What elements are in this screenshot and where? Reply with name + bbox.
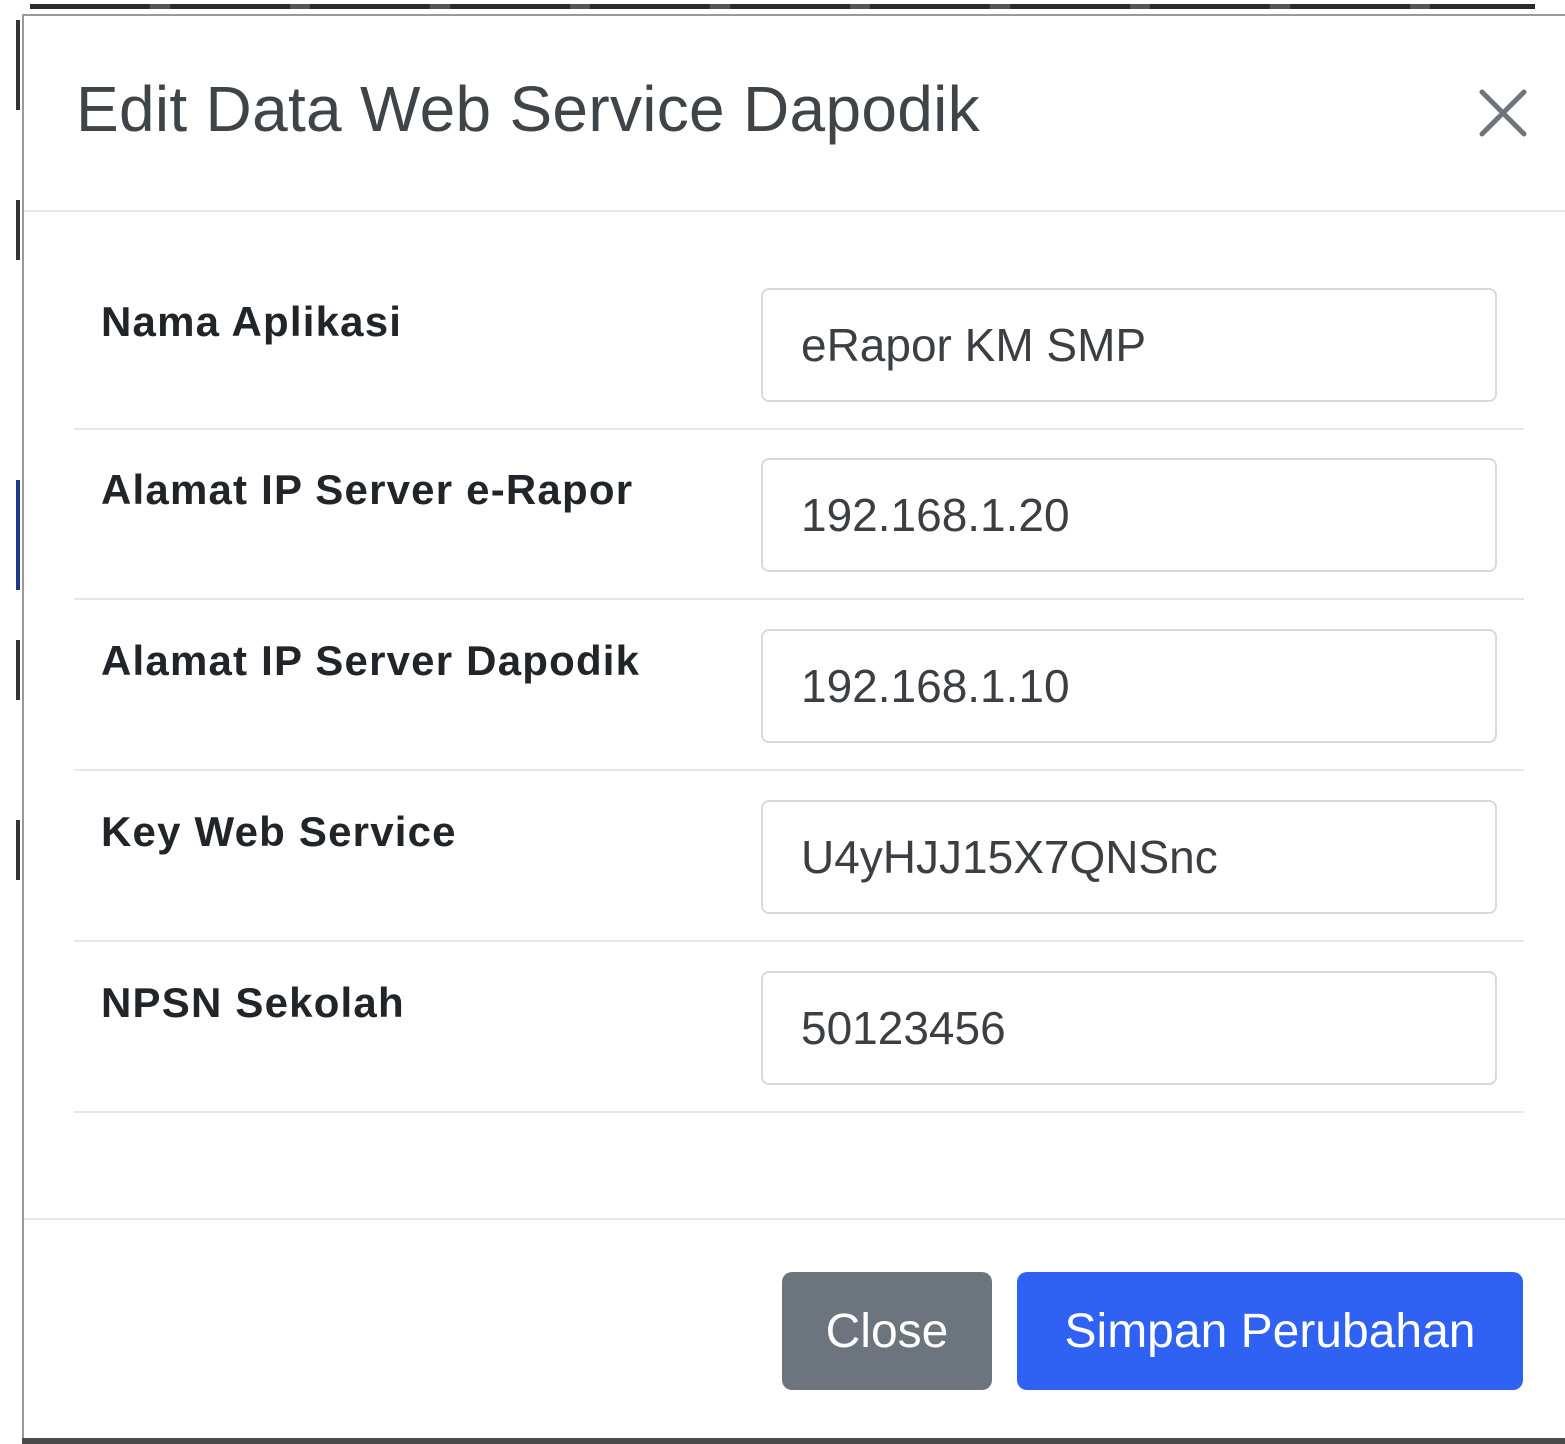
form-row-nama-aplikasi: Nama Aplikasi: [74, 260, 1524, 430]
background-page-edge: [0, 0, 22, 1444]
edit-web-service-modal: Edit Data Web Service Dapodik Nama Aplik…: [22, 14, 1565, 1438]
key-web-service-input[interactable]: [761, 800, 1497, 914]
nama-aplikasi-input[interactable]: [761, 288, 1497, 402]
ip-server-erapor-label: Alamat IP Server e-Rapor: [101, 466, 634, 513]
modal-footer: Close Simpan Perubahan: [24, 1218, 1565, 1440]
modal-title: Edit Data Web Service Dapodik: [76, 73, 980, 145]
form-row-key-web-service: Key Web Service: [74, 772, 1524, 942]
close-button[interactable]: Close: [782, 1272, 992, 1390]
modal-header: Edit Data Web Service Dapodik: [24, 16, 1565, 212]
form-row-npsn: NPSN Sekolah: [74, 943, 1524, 1113]
ip-server-dapodik-input[interactable]: [761, 629, 1497, 743]
save-changes-button[interactable]: Simpan Perubahan: [1017, 1272, 1523, 1390]
ip-server-erapor-input[interactable]: [761, 458, 1497, 572]
close-icon[interactable]: [1478, 88, 1528, 138]
form-row-ip-dapodik: Alamat IP Server Dapodik: [74, 601, 1524, 771]
ip-server-dapodik-label: Alamat IP Server Dapodik: [101, 637, 641, 684]
npsn-sekolah-input[interactable]: [761, 971, 1497, 1085]
background-page-strip: [0, 0, 1565, 14]
key-web-service-label: Key Web Service: [101, 808, 457, 855]
form-row-ip-erapor: Alamat IP Server e-Rapor: [74, 430, 1524, 600]
npsn-sekolah-label: NPSN Sekolah: [101, 979, 405, 1026]
nama-aplikasi-label: Nama Aplikasi: [101, 298, 403, 345]
